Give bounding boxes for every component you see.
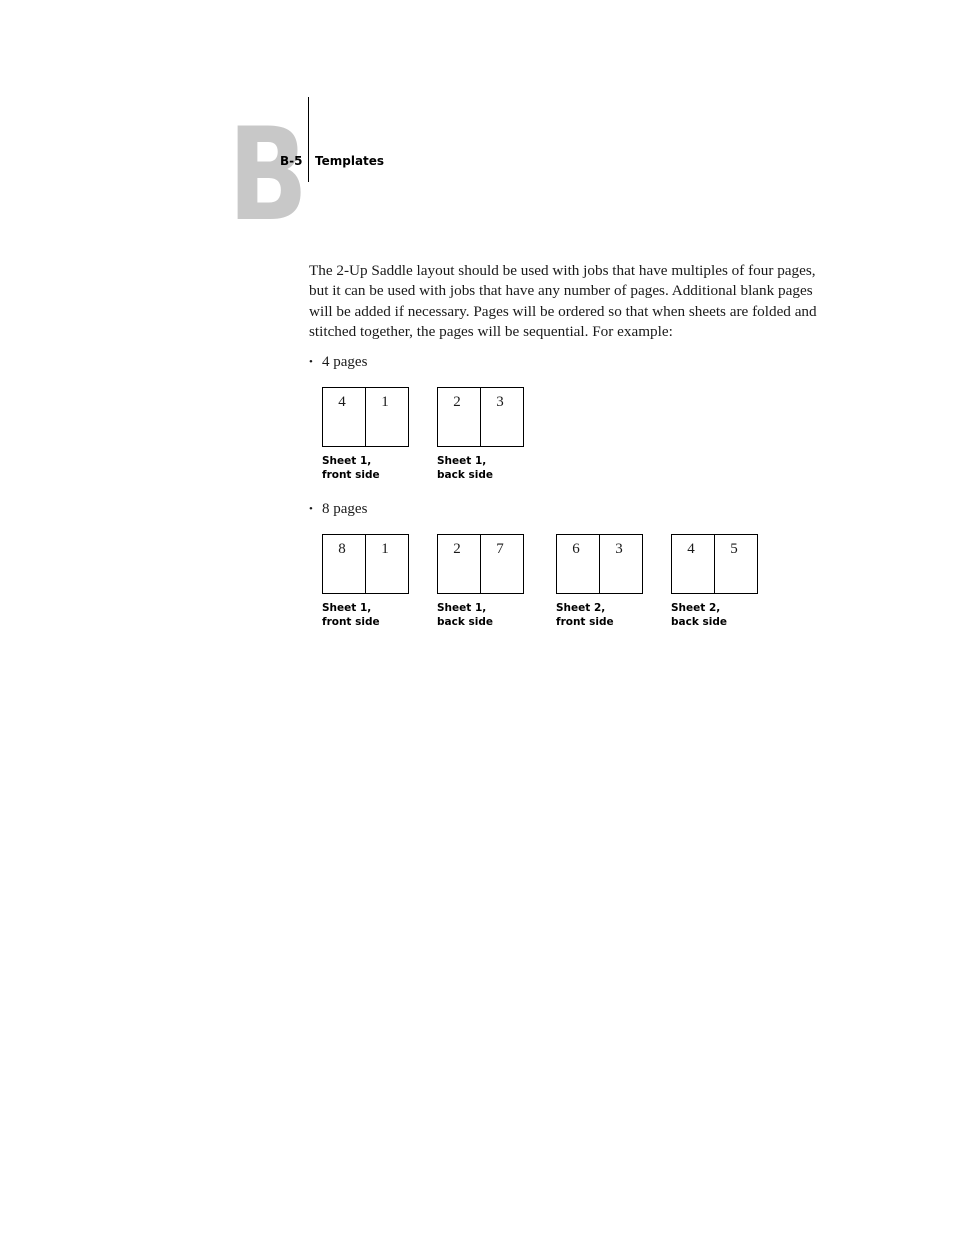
page-left: 8	[323, 535, 366, 593]
bullet-icon: •	[309, 356, 313, 368]
page-right: 7	[496, 541, 504, 557]
section-title: Templates	[315, 154, 385, 168]
sheet-caption: Sheet 1, back side	[437, 602, 493, 628]
sheet-diagram: 2 3 Sheet 1, back side	[437, 387, 524, 482]
sheet-diagram: 8 1 Sheet 1, front side	[322, 534, 409, 629]
bullet-icon: •	[309, 503, 313, 515]
sheet-box: 6 3	[556, 534, 643, 594]
page-right: 3	[615, 541, 623, 557]
page-left: 4	[672, 535, 715, 593]
sheet-box: 4 1	[322, 387, 409, 447]
sheet-diagram: 2 7 Sheet 1, back side	[437, 534, 524, 629]
bullet-item-4-pages: • 4 pages	[309, 354, 367, 371]
sheet-caption: Sheet 1, back side	[437, 455, 493, 481]
body-paragraph: The 2-Up Saddle layout should be used wi…	[309, 262, 817, 341]
sheet-box: 2 7	[437, 534, 524, 594]
page-left: 2	[438, 388, 481, 446]
page-right: 1	[381, 541, 389, 557]
header-divider	[308, 97, 309, 182]
sheet-caption: Sheet 2, back side	[671, 602, 727, 628]
bullet-label: 8 pages	[322, 501, 368, 517]
chapter-letter: B	[228, 101, 308, 250]
sheet-diagram: 6 3 Sheet 2, front side	[556, 534, 643, 629]
bullet-item-8-pages: • 8 pages	[309, 501, 367, 518]
page-left: 2	[438, 535, 481, 593]
sheet-box: 2 3	[437, 387, 524, 447]
page-left: 6	[557, 535, 600, 593]
page-right: 1	[381, 394, 389, 410]
sheet-caption: Sheet 1, front side	[322, 455, 380, 481]
sheet-caption: Sheet 1, front side	[322, 602, 380, 628]
page-left: 4	[323, 388, 366, 446]
sheet-box: 8 1	[322, 534, 409, 594]
sheet-diagram: 4 5 Sheet 2, back side	[671, 534, 758, 629]
page-right: 5	[730, 541, 738, 557]
page-number: B-5	[280, 154, 303, 168]
page-right: 3	[496, 394, 504, 410]
sheet-box: 4 5	[671, 534, 758, 594]
sheet-diagram: 4 1 Sheet 1, front side	[322, 387, 409, 482]
bullet-label: 4 pages	[322, 354, 368, 370]
sheet-caption: Sheet 2, front side	[556, 602, 614, 628]
